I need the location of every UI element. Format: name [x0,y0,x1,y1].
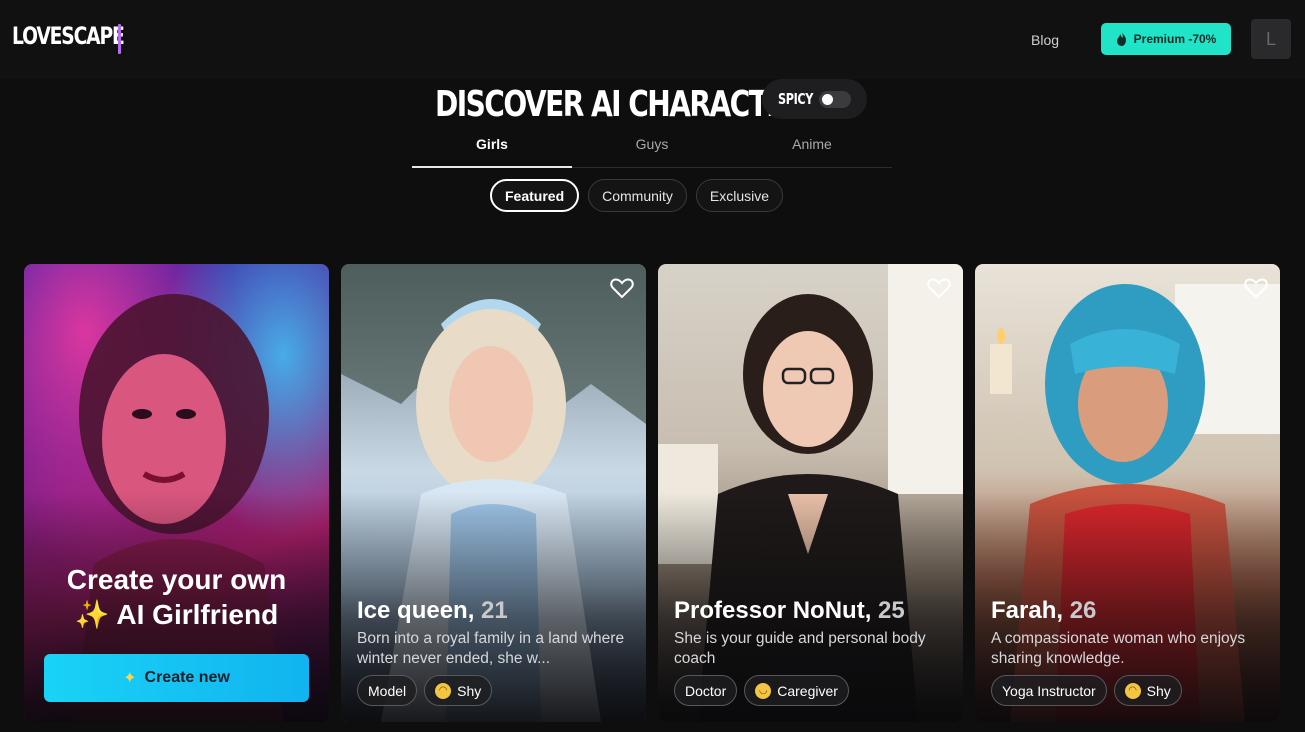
character-card[interactable]: Professor NoNut, 25 She is your guide an… [658,264,963,722]
angel-emoji-icon: ◠ [435,682,452,699]
blog-link[interactable]: Blog [1031,32,1059,48]
logo-accent-bar [118,24,121,54]
create-title-line2: ✨ AI Girlfriend [74,599,279,630]
tab-girls[interactable]: Girls [412,130,572,168]
spicy-label: SPICY [778,90,814,108]
spicy-toggle[interactable] [819,91,851,108]
tag-label: Shy [457,682,482,699]
tab-anime[interactable]: Anime [732,130,892,167]
create-character-card[interactable]: Create your own ✨ AI Girlfriend ✦ Create… [24,264,329,722]
character-age: 26 [1069,597,1097,624]
filter-community[interactable]: Community [588,179,687,212]
tag-label: Shy [1146,682,1171,699]
smile-emoji-icon: ◡ [755,682,772,699]
character-card[interactable]: Farah, 26 A compassionate woman who enjo… [975,264,1280,722]
character-tags: Model ◠ Shy [357,675,493,706]
top-nav: LOVESCAPE Blog Premium -70% L [0,0,1305,79]
create-new-button[interactable]: ✦ Create new [44,654,309,702]
character-description: Born into a royal family in a land where… [357,630,625,667]
filter-featured[interactable]: Featured [490,179,580,212]
tag-doctor: Doctor [674,675,738,706]
character-age: 21 [481,597,508,624]
tag-caregiver: ◡ Caregiver [744,675,849,706]
premium-button[interactable]: Premium -70% [1101,23,1231,55]
premium-label: Premium -70% [1133,32,1217,46]
create-title-line1: Create your own [66,564,287,595]
create-card-title: Create your own ✨ AI Girlfriend [24,562,329,632]
category-tabs: Girls Guys Anime [412,130,892,168]
character-name-line: Farah, 26 [991,597,1096,625]
tag-shy: ◠ Shy [1113,675,1182,706]
magic-wand-icon: ✦ [123,670,137,687]
character-card[interactable]: Ice queen, 21 Born into a royal family i… [341,264,646,722]
tag-label: Yoga Instructor [1002,682,1096,699]
tag-label: Doctor [685,682,727,699]
angel-emoji-icon: ◠ [1124,682,1141,699]
character-name-line: Professor NoNut, 25 [674,597,905,625]
filter-exclusive[interactable]: Exclusive [695,179,784,212]
tab-guys[interactable]: Guys [572,130,732,167]
tag-model: Model [357,675,418,706]
user-avatar[interactable]: L [1251,19,1291,59]
filter-pills: Featured Community Exclusive [490,179,784,212]
logo[interactable]: LOVESCAPE [12,22,125,50]
character-age: 25 [878,597,905,624]
tag-yoga-instructor: Yoga Instructor [991,675,1107,706]
tag-label: Model [368,682,407,699]
heart-icon[interactable] [927,277,951,299]
heart-icon[interactable] [610,277,634,299]
character-description: She is your guide and personal body coac… [674,630,926,667]
character-name-line: Ice queen, 21 [357,597,508,625]
tag-label: Caregiver [777,682,838,699]
character-description: A compassionate woman who enjoys sharing… [991,630,1246,667]
heart-icon[interactable] [1244,277,1268,299]
character-name: Farah, [991,597,1064,624]
tag-shy: ◠ Shy [424,675,493,706]
spicy-toggle-container[interactable]: SPICY [762,79,867,119]
character-tags: Doctor ◡ Caregiver [674,675,849,706]
character-tags: Yoga Instructor ◠ Shy [991,675,1182,706]
flame-icon [1116,32,1126,46]
create-new-label: Create new [144,669,230,686]
character-name: Professor NoNut, [674,597,872,624]
character-name: Ice queen, [357,597,475,624]
